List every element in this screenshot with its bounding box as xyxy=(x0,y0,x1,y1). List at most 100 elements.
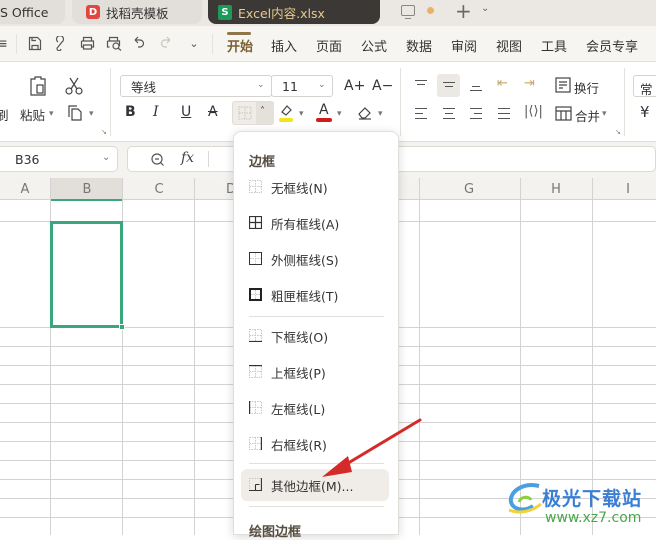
menu-formula[interactable]: 公式 xyxy=(361,36,387,55)
name-box[interactable]: B36 xyxy=(0,146,118,172)
new-tab-plus-icon[interactable]: + xyxy=(455,0,472,22)
chevron-down-icon[interactable]: ⌄ xyxy=(257,80,265,90)
font-color-button[interactable]: A xyxy=(319,102,329,118)
menu-item-outside-borders[interactable]: 外侧框线(S) xyxy=(241,243,389,275)
currency-format-button[interactable]: ¥ xyxy=(640,103,650,121)
align-middle-icon[interactable] xyxy=(441,78,457,92)
wrap-text-icon[interactable] xyxy=(555,77,571,94)
chevron-down-icon[interactable]: ▾ xyxy=(49,109,54,119)
selected-cell[interactable] xyxy=(50,221,123,328)
dialog-launcher-icon[interactable]: ↘ xyxy=(101,128,107,136)
copy-icon[interactable] xyxy=(67,104,85,122)
dialog-launcher-icon[interactable]: ↘ xyxy=(615,128,621,136)
gridline xyxy=(592,178,593,535)
column-header-c[interactable]: C xyxy=(123,178,195,200)
align-right-icon[interactable] xyxy=(468,107,484,121)
merge-button[interactable]: 合并 xyxy=(575,106,600,125)
outside-borders-icon xyxy=(249,252,262,265)
column-header-a[interactable]: A xyxy=(0,178,50,200)
docer-icon: D xyxy=(86,5,100,19)
chevron-down-icon[interactable]: ⌄ xyxy=(318,80,326,90)
chevron-down-icon[interactable]: ▾ xyxy=(378,109,383,119)
align-left-icon[interactable] xyxy=(413,107,429,121)
menu-data[interactable]: 数据 xyxy=(406,36,432,55)
menu-tools[interactable]: 工具 xyxy=(541,36,567,55)
left-border-icon xyxy=(249,401,262,414)
chevron-down-icon[interactable]: ▾ xyxy=(89,109,94,119)
font-size-value: 11 xyxy=(282,78,298,94)
chevron-down-icon[interactable]: ⌄ xyxy=(481,3,489,14)
monitor-icon[interactable] xyxy=(401,5,415,19)
annotation-arrow xyxy=(322,418,422,477)
menu-home[interactable]: 开始 xyxy=(227,36,253,55)
undo-icon[interactable] xyxy=(133,36,145,50)
border-grid-icon xyxy=(238,106,252,120)
menu-item-all-borders[interactable]: 所有框线(A) xyxy=(241,207,389,239)
decrease-font-button[interactable]: A− xyxy=(372,78,393,94)
strikethrough-button[interactable]: A xyxy=(208,104,218,120)
tab-label: S Office xyxy=(0,4,49,20)
menu-item-label: 外侧框线(S) xyxy=(271,252,339,268)
border-dropdown-toggle[interactable] xyxy=(256,102,274,124)
distributed-align-icon[interactable]: |⟨⟩| xyxy=(524,104,543,119)
menu-item-bottom-border[interactable]: 下框线(O) xyxy=(241,320,389,352)
tab-docer-templates[interactable]: D 找稻壳模板 xyxy=(72,0,202,24)
column-header-i[interactable]: I xyxy=(592,178,656,200)
menu-item-top-border[interactable]: 上框线(P) xyxy=(241,356,389,388)
menu-review[interactable]: 审阅 xyxy=(451,36,477,55)
zoom-out-icon[interactable] xyxy=(150,152,166,168)
paste-button[interactable]: 粘贴 xyxy=(20,105,45,124)
align-center-icon[interactable] xyxy=(441,107,457,121)
increase-font-button[interactable]: A+ xyxy=(344,78,365,94)
chevron-down-icon[interactable]: ▾ xyxy=(602,109,607,119)
fx-icon[interactable]: fx xyxy=(181,150,194,166)
justify-icon[interactable] xyxy=(496,107,512,121)
menu-item-thick-box-border[interactable]: 粗匣框线(T) xyxy=(241,279,389,311)
paste-icon[interactable] xyxy=(27,75,49,97)
link-icon[interactable] xyxy=(55,36,68,51)
column-header-h[interactable]: H xyxy=(520,178,592,200)
merge-cells-icon[interactable] xyxy=(555,106,572,121)
align-top-icon[interactable] xyxy=(413,78,429,92)
menu-view[interactable]: 视图 xyxy=(496,36,522,55)
chevron-down-icon[interactable]: ▾ xyxy=(337,109,342,119)
menu-icon[interactable]: ≡ xyxy=(0,36,10,52)
thick-box-border-icon xyxy=(249,288,262,301)
fill-color-icon[interactable] xyxy=(278,102,294,124)
draw-border-title: 绘图边框 xyxy=(249,525,302,540)
bold-button[interactable]: B xyxy=(125,104,136,120)
chevron-down-icon[interactable]: ▾ xyxy=(299,109,304,119)
number-format-select[interactable]: 常 xyxy=(633,75,656,97)
redo-icon[interactable] xyxy=(160,36,172,50)
menu-member[interactable]: 会员专享 xyxy=(586,36,638,55)
increase-indent-icon[interactable]: ⇥ xyxy=(524,76,535,91)
top-border-icon xyxy=(249,365,262,378)
decrease-indent-icon[interactable]: ⇤ xyxy=(497,76,508,91)
tab-excel-file[interactable]: S Excel内容.xlsx xyxy=(208,0,380,24)
save-icon[interactable] xyxy=(28,36,42,51)
format-painter-label[interactable]: 刷 xyxy=(0,105,9,124)
column-header-b[interactable]: B xyxy=(51,178,123,200)
more-chevron-icon[interactable]: ⌄ xyxy=(186,36,202,52)
menu-item-no-border[interactable]: 无框线(N) xyxy=(241,171,389,203)
align-bottom-icon[interactable] xyxy=(468,78,484,92)
scissors-icon[interactable] xyxy=(65,77,83,95)
underline-button[interactable]: U xyxy=(181,104,191,120)
print-icon[interactable] xyxy=(80,36,95,50)
menu-page[interactable]: 页面 xyxy=(316,36,342,55)
column-header-g[interactable]: G xyxy=(419,178,519,200)
all-borders-icon xyxy=(249,216,262,229)
unsaved-dot-icon xyxy=(427,7,434,14)
chevron-down-icon[interactable]: ⌄ xyxy=(102,152,110,163)
italic-button[interactable]: I xyxy=(153,104,159,120)
menu-insert[interactable]: 插入 xyxy=(271,36,297,55)
menu-item-label: 下框线(O) xyxy=(271,329,329,345)
wrap-text-button[interactable]: 换行 xyxy=(574,78,599,97)
font-name-select[interactable]: 等线 xyxy=(120,75,272,97)
eraser-icon[interactable] xyxy=(357,104,373,120)
fill-handle[interactable] xyxy=(119,324,125,330)
font-name-value: 等线 xyxy=(131,79,157,95)
tab-wps-office[interactable]: S Office xyxy=(0,0,65,24)
divider xyxy=(212,34,213,54)
print-preview-icon[interactable] xyxy=(106,36,122,51)
